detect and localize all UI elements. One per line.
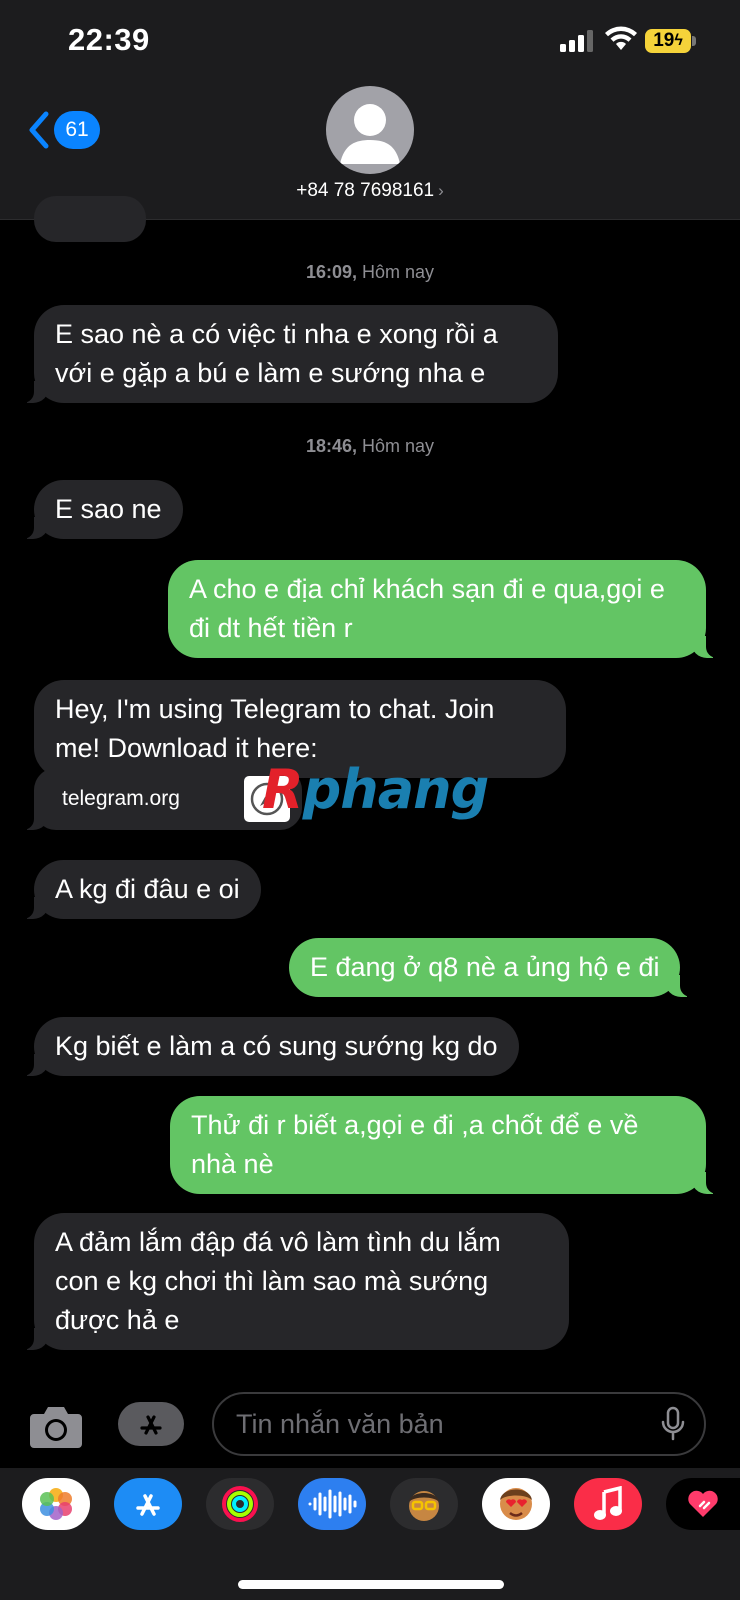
battery-level: 19 [653, 30, 675, 51]
message-text: Kg biết e làm a có sung sướng kg do [55, 1031, 498, 1061]
timestamp-time: 18:46, [305, 436, 357, 456]
watermark-r: R [262, 758, 304, 821]
message-text: A đảm lắm đập đá vô làm tình du lắm con … [55, 1227, 501, 1335]
watermark-rest: phang [302, 758, 490, 821]
message-text: Thử đi r biết a,gọi e đi ,a chốt để e về… [191, 1110, 639, 1179]
message-text: Hey, I'm using Telegram to chat. Join me… [55, 694, 495, 763]
message-bubble-partial[interactable] [34, 196, 146, 242]
app-store-icon[interactable] [114, 1478, 182, 1530]
animoji-icon[interactable] [482, 1478, 550, 1530]
timestamp: 18:46, Hôm nay [0, 436, 740, 457]
app-store-icon [140, 1415, 162, 1435]
status-time: 22:39 [68, 22, 150, 57]
message-text: E sao nè a có việc ti nha e xong rồi a v… [55, 319, 498, 388]
memoji-icon[interactable] [390, 1478, 458, 1530]
nav-header: 22:39 19 ϟ 61 +84 78 7698161 › [0, 0, 740, 220]
audio-message-icon[interactable] [298, 1478, 366, 1530]
timestamp: 16:09, Hôm nay [0, 262, 740, 283]
link-domain: telegram.org [62, 787, 180, 810]
music-icon[interactable] [574, 1478, 642, 1530]
cellular-signal-icon [560, 30, 593, 52]
app-drawer [0, 1468, 740, 1600]
microphone-icon[interactable] [660, 1406, 686, 1442]
incoming-message[interactable]: A kg đi đâu e oi [20, 860, 261, 919]
message-composer [0, 1390, 740, 1466]
outgoing-message[interactable]: E đang ở q8 nè a ủng hộ e đi [289, 938, 695, 997]
outgoing-message[interactable]: A cho e địa chỉ khách sạn đi e qua,gọi e… [168, 560, 720, 658]
watermark-logo: Rphang [262, 758, 490, 821]
outgoing-message[interactable]: Thử đi r biết a,gọi e đi ,a chốt để e về… [170, 1096, 720, 1194]
photos-icon[interactable] [22, 1478, 90, 1530]
message-thread[interactable]: 16:09, Hôm nay E sao nè a có việc ti nha… [0, 196, 740, 1390]
contact-number: +84 78 7698161 [296, 180, 435, 201]
timestamp-day: Hôm nay [357, 262, 435, 282]
incoming-message[interactable]: E sao nè a có việc ti nha e xong rồi a v… [20, 305, 558, 403]
incoming-message[interactable]: A đảm lắm đập đá vô làm tình du lắm con … [20, 1213, 569, 1350]
camera-icon[interactable] [28, 1402, 84, 1450]
battery-indicator: 19 ϟ [645, 29, 691, 53]
person-silhouette-icon [340, 104, 400, 164]
digital-touch-icon[interactable] [666, 1478, 740, 1530]
incoming-message[interactable]: Kg biết e làm a có sung sướng kg do [20, 1017, 519, 1076]
home-indicator[interactable] [238, 1580, 504, 1589]
incoming-message[interactable]: E sao ne [20, 480, 183, 539]
message-text: E đang ở q8 nè a ủng hộ e đi [310, 952, 660, 982]
charging-bolt-icon: ϟ [674, 32, 683, 49]
unread-count-badge: 61 [54, 111, 100, 149]
chevron-right-icon: › [438, 181, 444, 200]
app-store-button[interactable] [118, 1402, 184, 1446]
contact-avatar[interactable] [326, 86, 414, 174]
chevron-left-icon [29, 111, 49, 149]
wifi-icon [605, 26, 637, 50]
timestamp-day: Hôm nay [357, 436, 435, 456]
message-text: E sao ne [55, 494, 162, 524]
message-text: A kg đi đâu e oi [55, 874, 240, 904]
activity-icon[interactable] [206, 1478, 274, 1530]
message-input[interactable] [212, 1392, 706, 1456]
back-button[interactable]: 61 [26, 108, 100, 152]
timestamp-time: 16:09, [305, 262, 357, 282]
message-text: A cho e địa chỉ khách sạn đi e qua,gọi e… [189, 574, 665, 643]
battery-nub [692, 36, 696, 46]
